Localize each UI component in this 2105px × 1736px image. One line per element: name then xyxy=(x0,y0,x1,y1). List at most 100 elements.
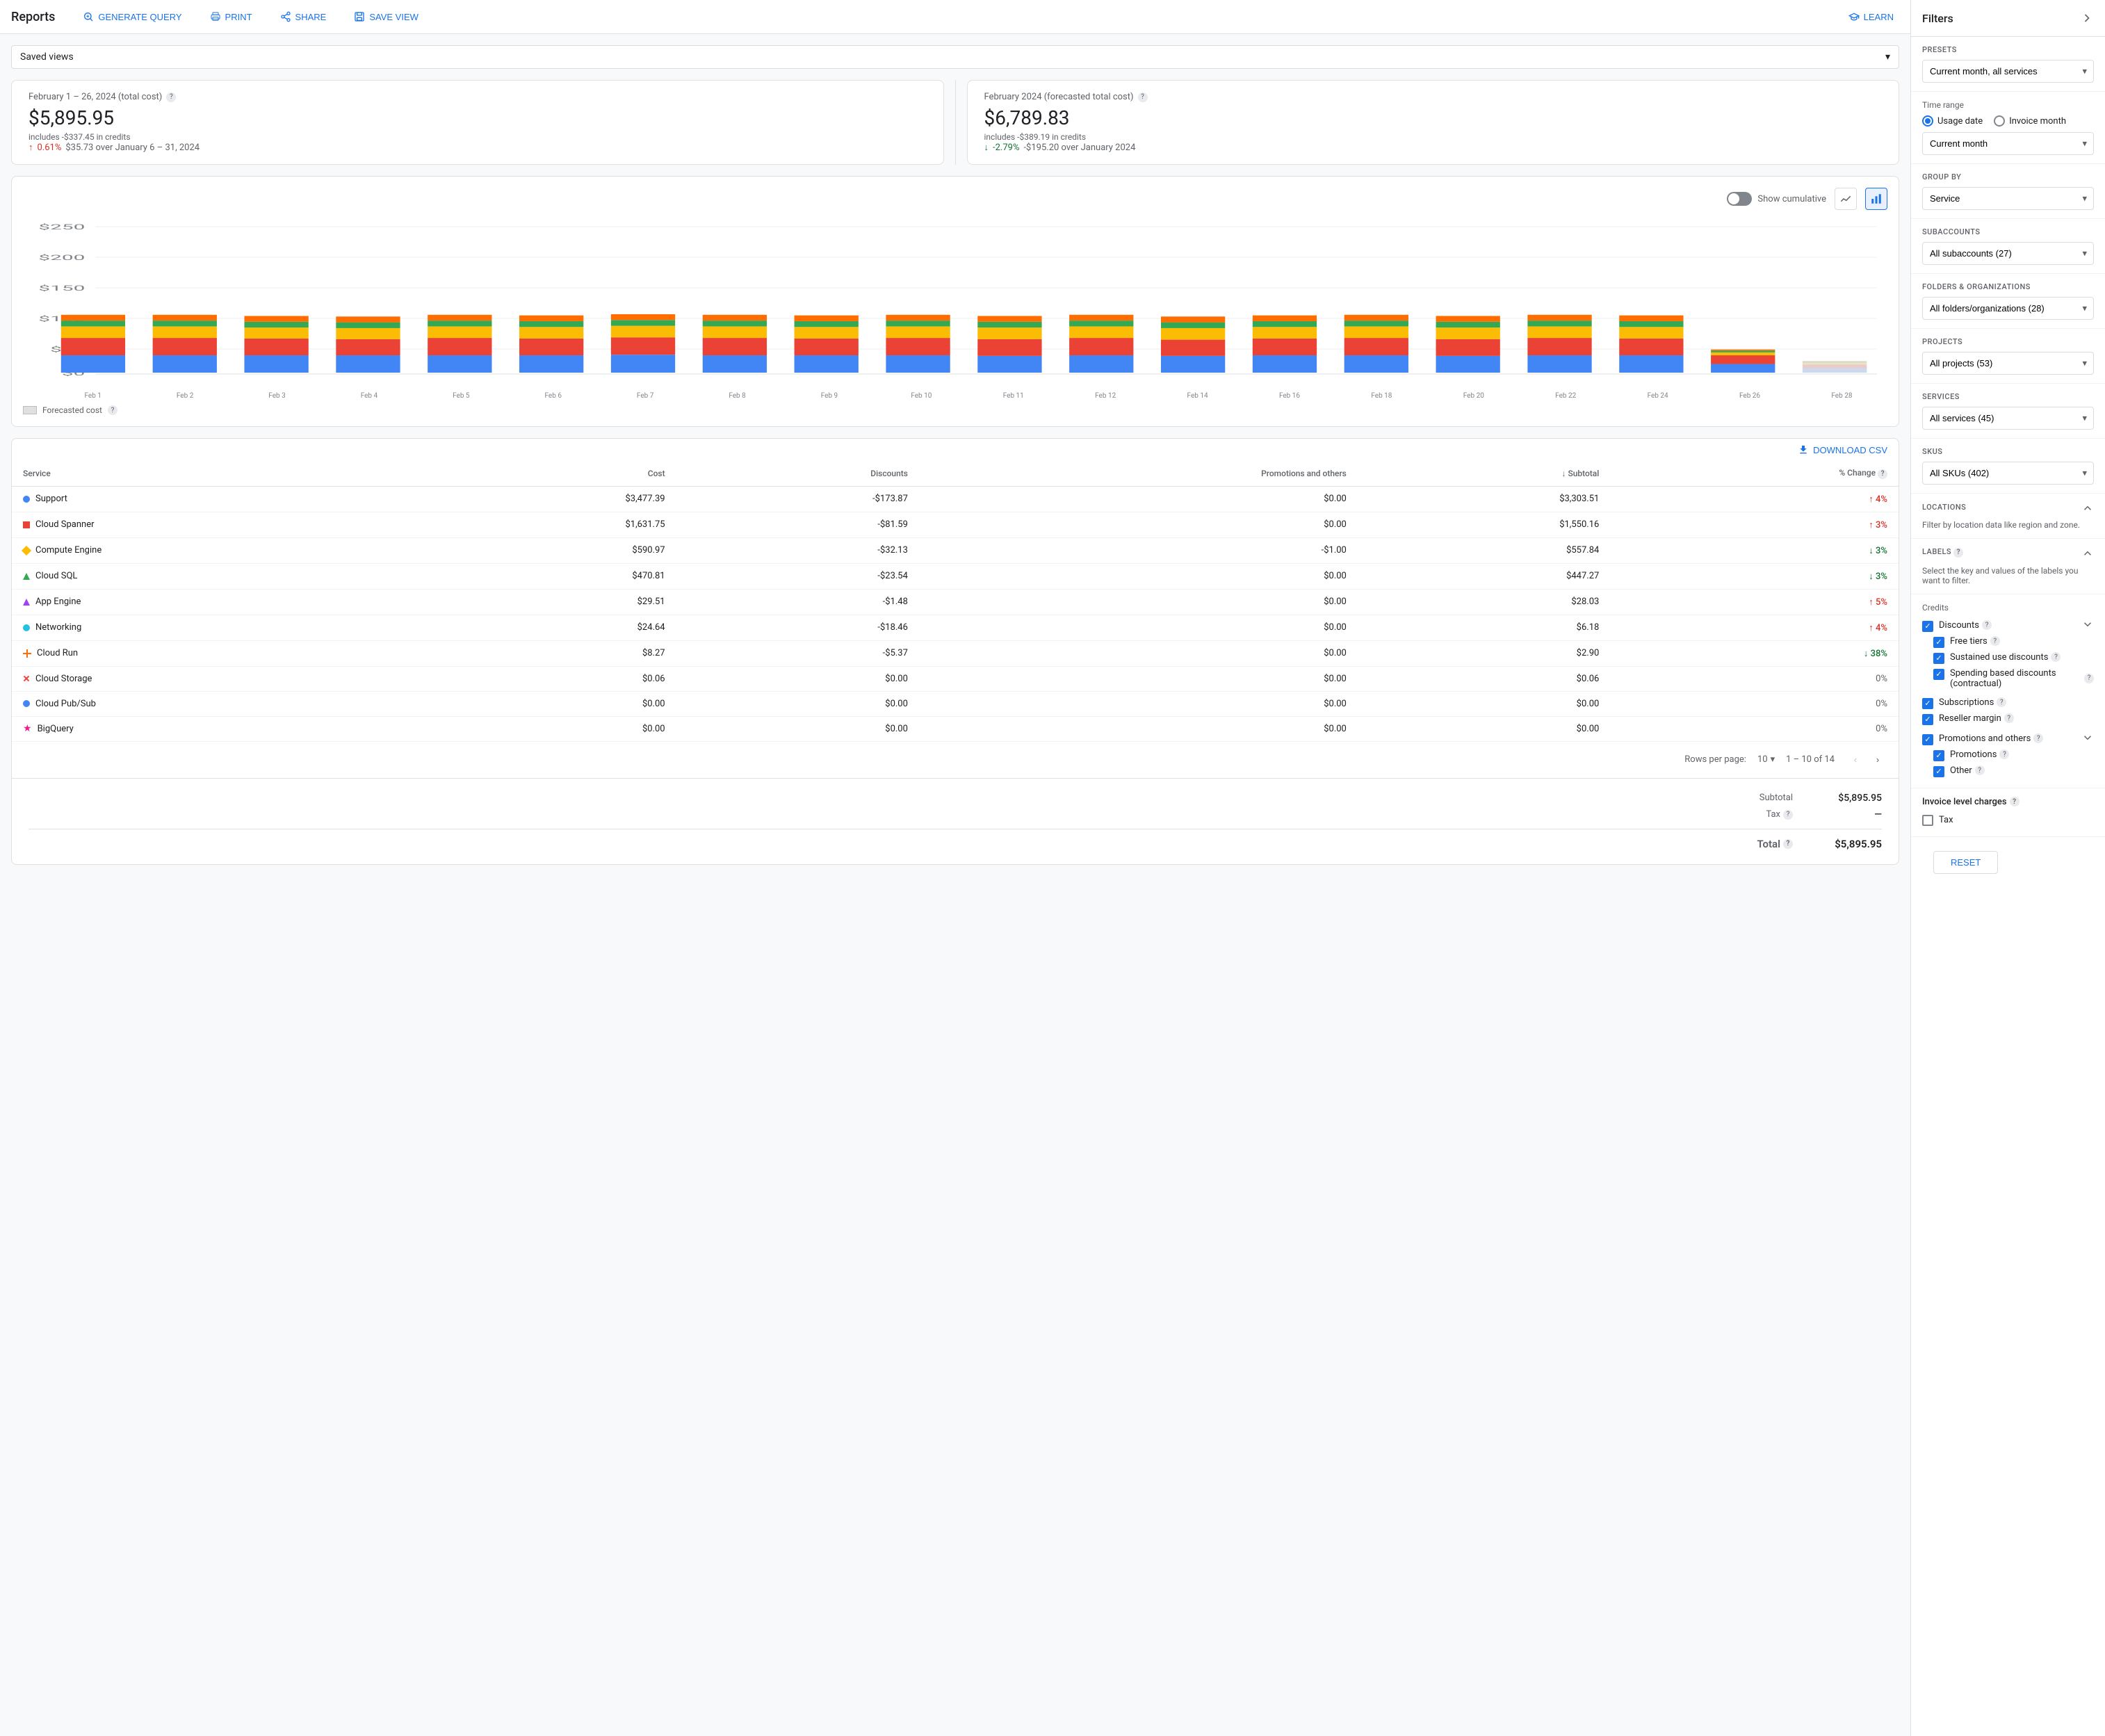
sustained-use-checkbox[interactable] xyxy=(1933,653,1944,664)
chart-canvas xyxy=(23,221,1887,388)
summary-subtotal-row: Subtotal $5,895.95 xyxy=(29,790,1882,806)
subscriptions-checkbox[interactable] xyxy=(1922,698,1933,709)
presets-select[interactable]: Current month, all services xyxy=(1922,60,2094,83)
spending-based-help-icon[interactable]: ? xyxy=(2084,674,2094,683)
subscriptions-label: Subscriptions ? xyxy=(1939,697,2006,708)
x-label: Feb 11 xyxy=(968,392,1059,400)
cost-cell: $29.51 xyxy=(423,589,676,615)
free-tiers-label: Free tiers ? xyxy=(1950,636,2000,647)
locations-collapse-icon[interactable] xyxy=(2081,502,2094,517)
discounts-checkbox[interactable] xyxy=(1922,621,1933,632)
promo-cell: $0.00 xyxy=(919,563,1358,589)
presets-section: Presets Current month, all services xyxy=(1911,37,2105,92)
promotions-item-help-icon[interactable]: ? xyxy=(1999,749,2009,759)
group-by-select[interactable]: Service xyxy=(1922,187,2094,210)
print-button[interactable]: PRINT xyxy=(204,8,258,25)
discounts-help-icon[interactable]: ? xyxy=(1982,620,1992,630)
subaccounts-select-wrapper: All subaccounts (27) xyxy=(1922,242,2094,265)
reseller-margin-checkbox[interactable] xyxy=(1922,714,1933,725)
toggle-switch[interactable] xyxy=(1727,192,1752,206)
sustained-use-row: Sustained use discounts ? xyxy=(1922,650,2094,666)
subaccounts-select[interactable]: All subaccounts (27) xyxy=(1922,242,2094,265)
next-page-button[interactable]: › xyxy=(1868,750,1887,770)
discounts-cell: -$23.54 xyxy=(676,563,919,589)
cumulative-toggle[interactable]: Show cumulative xyxy=(1727,192,1826,206)
usage-date-radio[interactable]: Usage date xyxy=(1922,115,1983,127)
cost-cell: $1,631.75 xyxy=(423,512,676,537)
bar-chart-icon xyxy=(1870,193,1883,205)
discounts-group: Discounts ? Free tiers ? xyxy=(1922,618,2094,691)
skus-select[interactable]: All SKUs (402) xyxy=(1922,462,2094,485)
rows-per-page-select[interactable]: 10 ▾ xyxy=(1757,754,1775,765)
invoice-label: Invoice level charges ? xyxy=(1922,797,2019,807)
reset-button[interactable]: RESET xyxy=(1933,851,1998,874)
save-view-button[interactable]: SAVE VIEW xyxy=(348,8,424,25)
total-help-icon[interactable]: ? xyxy=(1783,839,1793,849)
x-label: Feb 9 xyxy=(783,392,875,400)
invoice-month-radio[interactable]: Invoice month xyxy=(1994,115,2066,127)
forecast-help-icon[interactable]: ? xyxy=(1138,92,1148,102)
forecast-legend-help-icon[interactable]: ? xyxy=(108,405,117,415)
services-filter-select[interactable]: All services (45) xyxy=(1922,407,2094,430)
spending-based-checkbox[interactable] xyxy=(1933,669,1944,680)
locations-section: Locations Filter by location data like r… xyxy=(1911,494,2105,539)
x-label: Feb 28 xyxy=(1796,392,1887,400)
forecasted-legend: Forecasted cost ? xyxy=(23,405,1887,415)
filters-collapse-button[interactable] xyxy=(2080,11,2094,25)
subscriptions-help-icon[interactable]: ? xyxy=(1997,697,2006,707)
invoice-header-row: Invoice level charges ? xyxy=(1922,797,2094,807)
x-label: Feb 14 xyxy=(1152,392,1243,400)
promotions-others-help-icon[interactable]: ? xyxy=(2033,733,2043,743)
service-name: Support xyxy=(35,494,67,504)
discounts-collapse-icon[interactable] xyxy=(2081,618,2094,633)
promo-cell: $0.00 xyxy=(919,486,1358,512)
change-help-icon[interactable]: ? xyxy=(1878,469,1887,479)
actual-help-icon[interactable]: ? xyxy=(166,92,176,102)
promotions-others-checkbox[interactable] xyxy=(1922,734,1933,745)
reseller-margin-help-icon[interactable]: ? xyxy=(2004,713,2014,723)
projects-select-wrapper: All projects (53) xyxy=(1922,352,2094,375)
discounts-checkbox-row: Discounts ? xyxy=(1922,618,1992,634)
time-period-select-wrapper: Current month Last month Last 3 months C… xyxy=(1922,132,2094,155)
chevron-right-icon xyxy=(2080,11,2094,25)
projects-select[interactable]: All projects (53) xyxy=(1922,352,2094,375)
x-label: Feb 24 xyxy=(1612,392,1703,400)
other-item-help-icon[interactable]: ? xyxy=(1975,765,1985,775)
bar-chart-btn[interactable] xyxy=(1865,188,1887,210)
spending-based-row: Spending based discounts (contractual) ? xyxy=(1922,666,2094,691)
group-by-select-wrapper: Service xyxy=(1922,187,2094,210)
group-by-label: Group by xyxy=(1922,172,2094,181)
filters-header: Filters xyxy=(1911,0,2105,37)
other-item-checkbox[interactable] xyxy=(1933,766,1944,777)
prev-page-button[interactable]: ‹ xyxy=(1846,750,1865,770)
learn-button[interactable]: LEARN xyxy=(1843,8,1899,25)
saved-views-row: Saved views ▾ xyxy=(11,45,1899,69)
line-chart-btn[interactable] xyxy=(1835,188,1857,210)
saved-views-select[interactable]: Saved views ▾ xyxy=(11,45,1899,69)
service-name: BigQuery xyxy=(38,724,74,734)
time-range-section: Time range Usage date Invoice month Curr… xyxy=(1911,92,2105,164)
labels-help-icon[interactable]: ? xyxy=(1953,548,1963,558)
services-filter-label: Services xyxy=(1922,392,2094,401)
promotions-collapse-icon[interactable] xyxy=(2081,731,2094,747)
saved-views-label: Saved views xyxy=(20,51,74,63)
tax-checkbox[interactable] xyxy=(1922,815,1933,826)
change-cell: ↓ 38% xyxy=(1610,640,1899,666)
table-body: Support $3,477.39 -$173.87 $0.00 $3,303.… xyxy=(12,486,1899,741)
subtotal-cell: $6.18 xyxy=(1358,615,1610,640)
generate-query-button[interactable]: GENERATE QUERY xyxy=(77,8,187,25)
time-period-select[interactable]: Current month Last month Last 3 months C… xyxy=(1922,132,2094,155)
tax-help-icon[interactable]: ? xyxy=(1783,810,1793,820)
promotions-item-checkbox[interactable] xyxy=(1933,750,1944,761)
x-label: Feb 8 xyxy=(692,392,783,400)
folders-select[interactable]: All folders/organizations (28) xyxy=(1922,297,2094,320)
spending-based-label: Spending based discounts (contractual) ? xyxy=(1950,668,2094,689)
invoice-help-icon[interactable]: ? xyxy=(2010,797,2019,806)
labels-collapse-icon[interactable] xyxy=(2081,547,2094,562)
free-tiers-help-icon[interactable]: ? xyxy=(1990,636,2000,646)
download-csv-button[interactable]: DOWNLOAD CSV xyxy=(1798,444,1887,455)
total-label: Total ? xyxy=(1757,838,1793,850)
sustained-use-help-icon[interactable]: ? xyxy=(2051,652,2061,662)
share-button[interactable]: SHARE xyxy=(275,8,332,25)
free-tiers-checkbox[interactable] xyxy=(1933,637,1944,648)
